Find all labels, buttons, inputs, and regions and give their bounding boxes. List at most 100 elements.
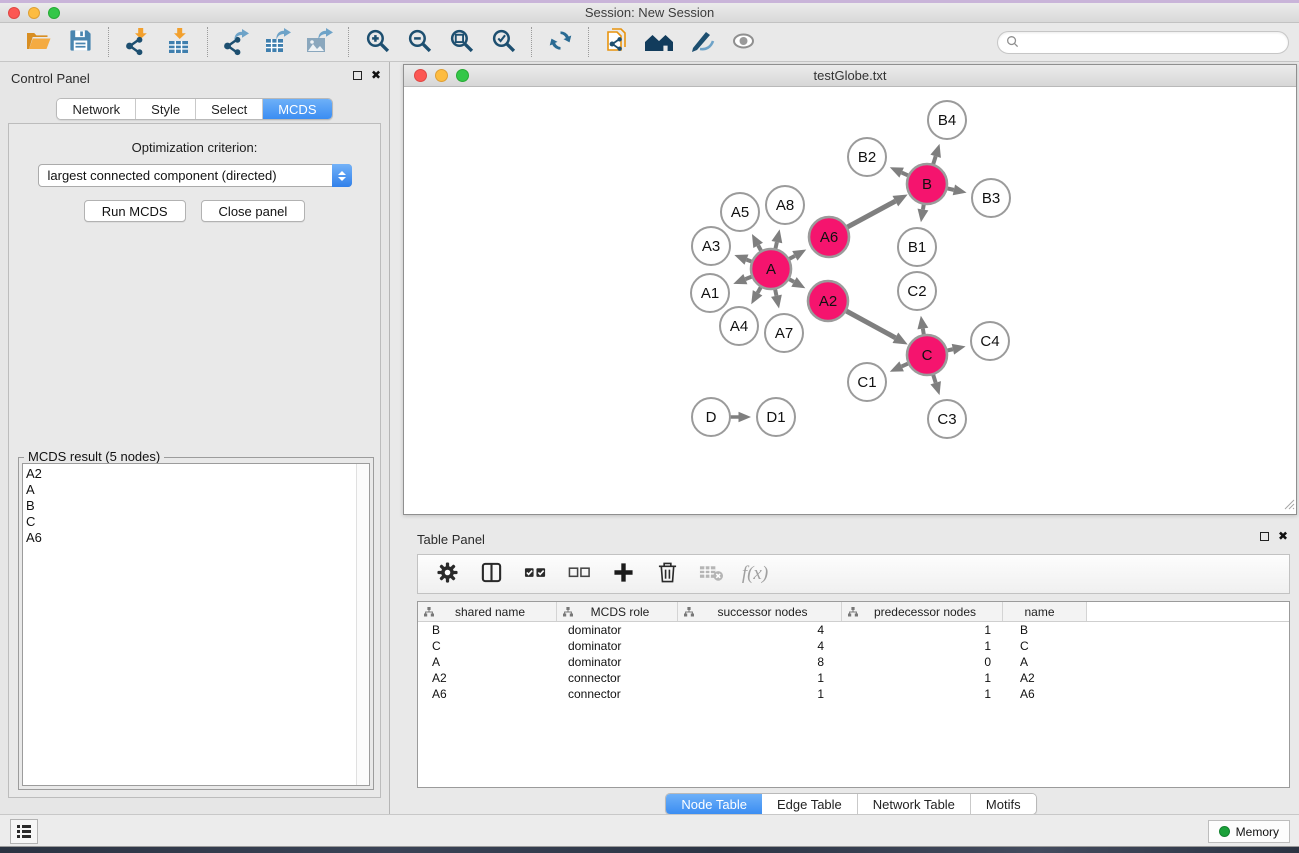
table-cell[interactable]: C bbox=[1003, 639, 1087, 653]
refresh-button[interactable] bbox=[542, 26, 578, 58]
table-cell[interactable]: 1 bbox=[842, 687, 1003, 701]
close-table-panel-icon[interactable]: ✖ bbox=[1278, 531, 1288, 541]
column-header-shared-name[interactable]: shared name bbox=[418, 602, 557, 621]
node-B1[interactable]: B1 bbox=[898, 228, 936, 266]
export-image-button[interactable] bbox=[302, 26, 338, 58]
table-row[interactable]: Bdominator41B bbox=[418, 622, 1289, 638]
export-table-button[interactable] bbox=[260, 26, 296, 58]
tab-motifs[interactable]: Motifs bbox=[971, 794, 1036, 814]
node-C2[interactable]: C2 bbox=[898, 272, 936, 310]
edge-A2-C[interactable] bbox=[844, 310, 896, 338]
table-row[interactable]: Cdominator41C bbox=[418, 638, 1289, 654]
table-cell[interactable]: A2 bbox=[1003, 671, 1087, 685]
table-cell[interactable]: dominator bbox=[557, 623, 678, 637]
table-cell[interactable]: 1 bbox=[842, 671, 1003, 685]
result-list-scrollbar[interactable] bbox=[356, 464, 369, 785]
zoom-selected-button[interactable] bbox=[485, 26, 521, 58]
tab-network[interactable]: Network bbox=[57, 99, 136, 119]
table-cell[interactable]: A bbox=[418, 655, 557, 669]
table-row[interactable]: Adominator80A bbox=[418, 654, 1289, 670]
node-A7[interactable]: A7 bbox=[765, 314, 803, 352]
close-panel-button[interactable]: Close panel bbox=[201, 200, 306, 222]
table-cell[interactable]: 1 bbox=[678, 671, 842, 685]
criterion-dropdown[interactable]: largest connected component (directed) bbox=[38, 164, 352, 187]
tab-node-table[interactable]: Node Table bbox=[666, 794, 762, 814]
save-session-button[interactable] bbox=[62, 26, 98, 58]
tab-network-table[interactable]: Network Table bbox=[858, 794, 971, 814]
node-B[interactable]: B bbox=[907, 164, 947, 204]
edge-A6-B[interactable] bbox=[845, 201, 896, 228]
settings-button[interactable] bbox=[432, 559, 462, 589]
column-header-name[interactable]: name bbox=[1003, 602, 1087, 621]
float-panel-icon[interactable] bbox=[353, 71, 362, 80]
mcds-result-item[interactable]: B bbox=[26, 498, 353, 514]
tab-style[interactable]: Style bbox=[136, 99, 196, 119]
tab-edge-table[interactable]: Edge Table bbox=[762, 794, 858, 814]
node-A4[interactable]: A4 bbox=[720, 307, 758, 345]
node-A1[interactable]: A1 bbox=[691, 274, 729, 312]
zoom-in-button[interactable] bbox=[359, 26, 395, 58]
mcds-result-item[interactable]: C bbox=[26, 514, 353, 530]
table-cell[interactable]: A6 bbox=[418, 687, 557, 701]
node-C[interactable]: C bbox=[907, 335, 947, 375]
function-button[interactable]: f(x) bbox=[740, 559, 770, 589]
column-visibility-button[interactable] bbox=[476, 559, 506, 589]
table-row[interactable]: A6connector11A6 bbox=[418, 686, 1289, 702]
table-cell[interactable]: 1 bbox=[842, 623, 1003, 637]
import-table-button[interactable] bbox=[161, 26, 197, 58]
node-D[interactable]: D bbox=[692, 398, 730, 436]
node-B4[interactable]: B4 bbox=[928, 101, 966, 139]
column-header-successor-nodes[interactable]: successor nodes bbox=[678, 602, 842, 621]
network-window-title-bar[interactable]: testGlobe.txt bbox=[404, 65, 1296, 87]
tab-select[interactable]: Select bbox=[196, 99, 263, 119]
table-row[interactable]: A2connector11A2 bbox=[418, 670, 1289, 686]
column-header-predecessor-nodes[interactable]: predecessor nodes bbox=[842, 602, 1003, 621]
float-table-panel-icon[interactable] bbox=[1260, 532, 1269, 541]
node-A6[interactable]: A6 bbox=[809, 217, 849, 257]
node-A5[interactable]: A5 bbox=[721, 193, 759, 231]
table-cell[interactable]: C bbox=[418, 639, 557, 653]
run-mcds-button[interactable]: Run MCDS bbox=[84, 200, 186, 222]
zoom-fit-button[interactable] bbox=[443, 26, 479, 58]
network-canvas[interactable]: AA1A2A3A4A5A6A7A8BB1B2B3B4CC1C2C3C4DD1 bbox=[404, 87, 1296, 514]
close-panel-icon[interactable]: ✖ bbox=[371, 70, 381, 80]
table-cell[interactable]: dominator bbox=[557, 655, 678, 669]
mcds-result-item[interactable]: A2 bbox=[26, 466, 353, 482]
zoom-out-button[interactable] bbox=[401, 26, 437, 58]
table-cell[interactable]: B bbox=[1003, 623, 1087, 637]
delete-table-button[interactable] bbox=[696, 559, 726, 589]
node-C3[interactable]: C3 bbox=[928, 400, 966, 438]
node-C4[interactable]: C4 bbox=[971, 322, 1009, 360]
export-network-button[interactable] bbox=[218, 26, 254, 58]
table-cell[interactable]: B bbox=[418, 623, 557, 637]
node-A3[interactable]: A3 bbox=[692, 227, 730, 265]
delete-column-button[interactable] bbox=[652, 559, 682, 589]
add-column-button[interactable] bbox=[608, 559, 638, 589]
open-file-button[interactable] bbox=[20, 26, 56, 58]
node-A[interactable]: A bbox=[751, 249, 791, 289]
node-A8[interactable]: A8 bbox=[766, 186, 804, 224]
task-history-button[interactable] bbox=[10, 819, 38, 844]
home-button[interactable] bbox=[641, 26, 677, 58]
column-header-MCDS-role[interactable]: MCDS role bbox=[557, 602, 678, 621]
table-cell[interactable]: A6 bbox=[1003, 687, 1087, 701]
table-cell[interactable]: A bbox=[1003, 655, 1087, 669]
table-cell[interactable]: 4 bbox=[678, 623, 842, 637]
node-A2[interactable]: A2 bbox=[808, 281, 848, 321]
node-B2[interactable]: B2 bbox=[848, 138, 886, 176]
search-input[interactable] bbox=[1023, 32, 1288, 53]
table-cell[interactable]: dominator bbox=[557, 639, 678, 653]
search-field[interactable] bbox=[997, 31, 1289, 54]
deselect-all-button[interactable] bbox=[564, 559, 594, 589]
memory-button[interactable]: Memory bbox=[1208, 820, 1290, 843]
mcds-result-list[interactable]: A2ABCA6 bbox=[22, 463, 370, 786]
resize-grip-icon[interactable] bbox=[1282, 497, 1295, 513]
mcds-result-item[interactable]: A bbox=[26, 482, 353, 498]
import-network-button[interactable] bbox=[119, 26, 155, 58]
tab-mcds[interactable]: MCDS bbox=[263, 99, 331, 119]
table-cell[interactable]: 0 bbox=[842, 655, 1003, 669]
node-D1[interactable]: D1 bbox=[757, 398, 795, 436]
table-cell[interactable]: connector bbox=[557, 671, 678, 685]
select-all-button[interactable] bbox=[520, 559, 550, 589]
duplicate-network-button[interactable] bbox=[599, 26, 635, 58]
